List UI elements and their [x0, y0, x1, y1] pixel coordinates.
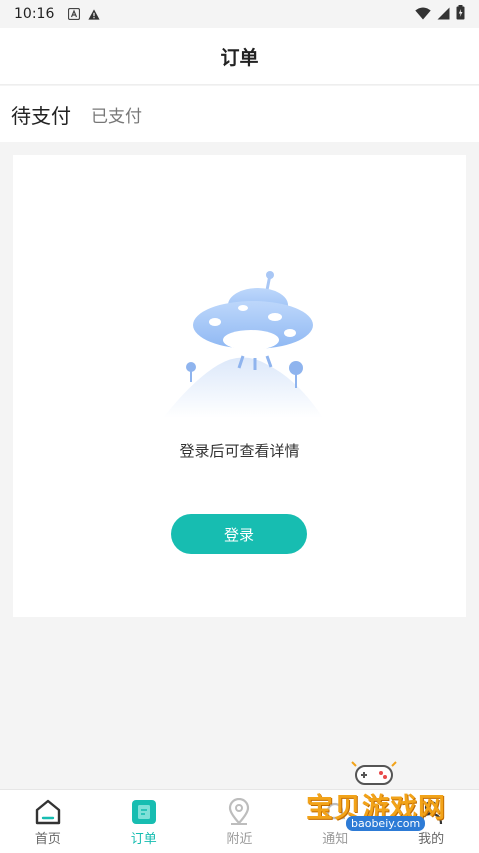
- login-button[interactable]: 登录: [171, 514, 307, 554]
- battery-icon: [456, 4, 465, 24]
- nav-label-profile: 我的: [418, 832, 445, 847]
- nav-item-home[interactable]: 首页: [0, 790, 96, 853]
- nav-label-notifications: 通知: [322, 832, 349, 847]
- status-bar: 10:16: [0, 0, 479, 28]
- location-pin-icon: [229, 798, 250, 825]
- home-icon: [35, 799, 61, 825]
- empty-state-message: 登录后可查看详情: [179, 442, 300, 460]
- gamepad-icon: [351, 761, 397, 785]
- wifi-icon: [415, 5, 431, 24]
- empty-state-card: 登录后可查看详情 登录: [13, 155, 466, 617]
- nav-label-nearby: 附近: [226, 832, 253, 847]
- warning-icon: [88, 8, 100, 20]
- ufo-illustration: [163, 271, 323, 418]
- bottom-nav: 首页 订单 附近 通知 我的: [0, 789, 479, 853]
- tab-pending-payment[interactable]: 待支付: [11, 100, 71, 129]
- status-indicators: [415, 4, 465, 24]
- status-time: 10:16: [14, 6, 55, 22]
- tab-paid[interactable]: 已支付: [91, 102, 142, 127]
- orders-icon: [131, 800, 156, 824]
- bell-icon: [325, 802, 346, 820]
- order-tabs: 待支付 已支付: [0, 86, 479, 142]
- page-title: 订单: [220, 46, 259, 69]
- nav-item-notifications[interactable]: 通知: [287, 790, 383, 853]
- signal-icon: [437, 5, 450, 24]
- nav-item-profile[interactable]: 我的: [383, 790, 479, 853]
- profile-icon: [419, 800, 443, 825]
- nav-item-nearby[interactable]: 附近: [192, 790, 288, 853]
- nav-label-home: 首页: [34, 832, 61, 847]
- nav-label-orders: 订单: [130, 832, 157, 847]
- nav-item-orders[interactable]: 订单: [96, 790, 192, 853]
- app-header: 订单: [0, 28, 479, 85]
- notification-a-icon: [68, 8, 81, 20]
